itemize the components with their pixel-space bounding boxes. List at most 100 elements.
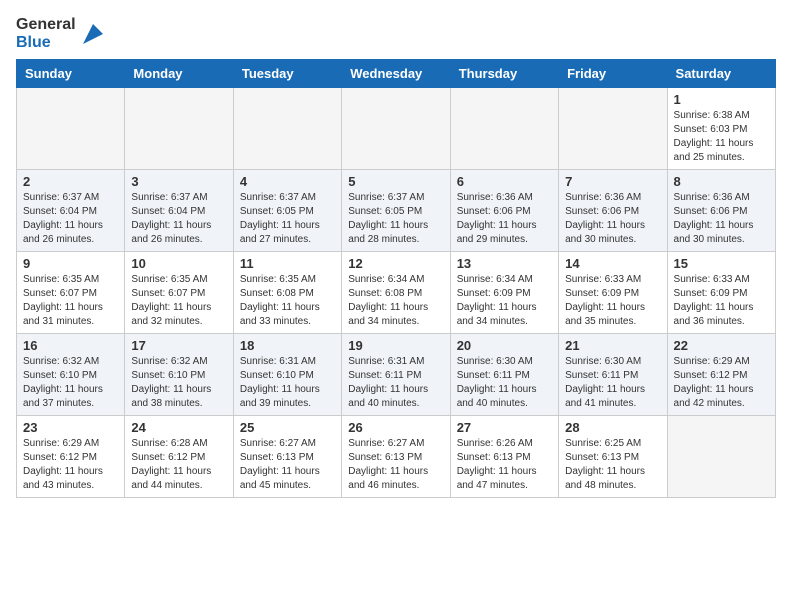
day-number: 5 [348,174,443,189]
day-info: Sunrise: 6:35 AM Sunset: 6:07 PM Dayligh… [23,273,118,329]
calendar-cell [17,88,125,170]
day-number: 11 [240,256,335,271]
day-number: 17 [131,338,226,353]
day-info: Sunrise: 6:37 AM Sunset: 6:04 PM Dayligh… [131,191,226,247]
day-number: 25 [240,420,335,435]
calendar-cell: 2 Sunrise: 6:37 AM Sunset: 6:04 PM Daylig… [17,170,125,252]
day-info: Sunrise: 6:25 AM Sunset: 6:13 PM Dayligh… [565,437,660,493]
weekday-header-tuesday: Tuesday [233,60,341,88]
day-info: Sunrise: 6:35 AM Sunset: 6:08 PM Dayligh… [240,273,335,329]
calendar-cell: 19Sunrise: 6:31 AM Sunset: 6:11 PM Dayli… [342,334,450,416]
calendar-cell: 5 Sunrise: 6:37 AM Sunset: 6:05 PM Daylig… [342,170,450,252]
day-info: Sunrise: 6:28 AM Sunset: 6:12 PM Dayligh… [131,437,226,493]
day-info: Sunrise: 6:32 AM Sunset: 6:10 PM Dayligh… [23,355,118,411]
calendar-week-row: 23 Sunrise: 6:29 AM Sunset: 6:12 PM Dayli… [17,416,776,498]
calendar-cell [450,88,558,170]
day-number: 26 [348,420,443,435]
day-number: 7 [565,174,660,189]
day-number: 3 [131,174,226,189]
day-number: 19 [348,338,443,353]
day-number: 6 [457,174,552,189]
day-number: 13 [457,256,552,271]
weekday-header-thursday: Thursday [450,60,558,88]
day-info: Sunrise: 6:38 AM Sunset: 6:03 PM Dayligh… [674,109,769,165]
day-number: 10 [131,256,226,271]
calendar-cell: 17 Sunrise: 6:32 AM Sunset: 6:10 PM Dayli… [125,334,233,416]
calendar-cell: 22 Sunrise: 6:29 AM Sunset: 6:12 PM Dayli… [667,334,775,416]
day-number: 23 [23,420,118,435]
logo: General Blue [16,16,107,51]
logo-icon [79,20,107,48]
day-info: Sunrise: 6:37 AM Sunset: 6:05 PM Dayligh… [240,191,335,247]
day-number: 20 [457,338,552,353]
day-number: 9 [23,256,118,271]
calendar-cell: 24 Sunrise: 6:28 AM Sunset: 6:12 PM Dayli… [125,416,233,498]
day-number: 16 [23,338,118,353]
day-info: Sunrise: 6:37 AM Sunset: 6:04 PM Dayligh… [23,191,118,247]
day-info: Sunrise: 6:36 AM Sunset: 6:06 PM Dayligh… [565,191,660,247]
calendar-cell: 7 Sunrise: 6:36 AM Sunset: 6:06 PM Daylig… [559,170,667,252]
calendar-cell: 12 Sunrise: 6:34 AM Sunset: 6:08 PM Dayli… [342,252,450,334]
calendar-cell: 13 Sunrise: 6:34 AM Sunset: 6:09 PM Dayli… [450,252,558,334]
calendar-cell: 21 Sunrise: 6:30 AM Sunset: 6:11 PM Dayli… [559,334,667,416]
day-number: 2 [23,174,118,189]
calendar-cell: 27 Sunrise: 6:26 AM Sunset: 6:13 PM Dayli… [450,416,558,498]
calendar-cell: 20Sunrise: 6:30 AM Sunset: 6:11 PM Dayli… [450,334,558,416]
calendar-cell: 14Sunrise: 6:33 AM Sunset: 6:09 PM Dayli… [559,252,667,334]
day-info: Sunrise: 6:33 AM Sunset: 6:09 PM Dayligh… [674,273,769,329]
day-info: Sunrise: 6:31 AM Sunset: 6:10 PM Dayligh… [240,355,335,411]
day-number: 8 [674,174,769,189]
calendar-cell [342,88,450,170]
day-number: 22 [674,338,769,353]
calendar-week-row: 2 Sunrise: 6:37 AM Sunset: 6:04 PM Daylig… [17,170,776,252]
calendar-week-row: 9 Sunrise: 6:35 AM Sunset: 6:07 PM Daylig… [17,252,776,334]
calendar-table: SundayMondayTuesdayWednesdayThursdayFrid… [16,59,776,498]
weekday-header-sunday: Sunday [17,60,125,88]
calendar-cell: 28 Sunrise: 6:25 AM Sunset: 6:13 PM Dayli… [559,416,667,498]
calendar-cell: 25 Sunrise: 6:27 AM Sunset: 6:13 PM Dayli… [233,416,341,498]
day-info: Sunrise: 6:37 AM Sunset: 6:05 PM Dayligh… [348,191,443,247]
page-header: General Blue [16,16,776,51]
calendar-cell: 11 Sunrise: 6:35 AM Sunset: 6:08 PM Dayli… [233,252,341,334]
calendar-cell: 23 Sunrise: 6:29 AM Sunset: 6:12 PM Dayli… [17,416,125,498]
day-info: Sunrise: 6:30 AM Sunset: 6:11 PM Dayligh… [565,355,660,411]
day-number: 12 [348,256,443,271]
calendar-week-row: 16 Sunrise: 6:32 AM Sunset: 6:10 PM Dayli… [17,334,776,416]
calendar-cell: 4 Sunrise: 6:37 AM Sunset: 6:05 PM Daylig… [233,170,341,252]
day-info: Sunrise: 6:36 AM Sunset: 6:06 PM Dayligh… [674,191,769,247]
calendar-cell: 6 Sunrise: 6:36 AM Sunset: 6:06 PM Daylig… [450,170,558,252]
day-info: Sunrise: 6:27 AM Sunset: 6:13 PM Dayligh… [240,437,335,493]
calendar-cell: 10 Sunrise: 6:35 AM Sunset: 6:07 PM Dayli… [125,252,233,334]
calendar-cell [125,88,233,170]
calendar-cell: 26 Sunrise: 6:27 AM Sunset: 6:13 PM Dayli… [342,416,450,498]
day-info: Sunrise: 6:36 AM Sunset: 6:06 PM Dayligh… [457,191,552,247]
calendar-cell: 16 Sunrise: 6:32 AM Sunset: 6:10 PM Dayli… [17,334,125,416]
day-number: 27 [457,420,552,435]
day-info: Sunrise: 6:34 AM Sunset: 6:09 PM Dayligh… [457,273,552,329]
weekday-header-saturday: Saturday [667,60,775,88]
day-number: 15 [674,256,769,271]
day-info: Sunrise: 6:35 AM Sunset: 6:07 PM Dayligh… [131,273,226,329]
day-info: Sunrise: 6:29 AM Sunset: 6:12 PM Dayligh… [674,355,769,411]
weekday-header-friday: Friday [559,60,667,88]
logo-general-text: General [16,16,76,34]
day-info: Sunrise: 6:32 AM Sunset: 6:10 PM Dayligh… [131,355,226,411]
day-number: 14 [565,256,660,271]
day-number: 18 [240,338,335,353]
weekday-header-monday: Monday [125,60,233,88]
calendar-cell [233,88,341,170]
day-number: 28 [565,420,660,435]
calendar-cell: 18 Sunrise: 6:31 AM Sunset: 6:10 PM Dayli… [233,334,341,416]
day-number: 21 [565,338,660,353]
day-info: Sunrise: 6:29 AM Sunset: 6:12 PM Dayligh… [23,437,118,493]
calendar-cell [559,88,667,170]
calendar-cell [667,416,775,498]
day-info: Sunrise: 6:26 AM Sunset: 6:13 PM Dayligh… [457,437,552,493]
calendar-cell: 9 Sunrise: 6:35 AM Sunset: 6:07 PM Daylig… [17,252,125,334]
day-info: Sunrise: 6:27 AM Sunset: 6:13 PM Dayligh… [348,437,443,493]
day-number: 4 [240,174,335,189]
day-number: 24 [131,420,226,435]
logo-blue-text: Blue [16,34,76,52]
day-info: Sunrise: 6:34 AM Sunset: 6:08 PM Dayligh… [348,273,443,329]
calendar-week-row: 1Sunrise: 6:38 AM Sunset: 6:03 PM Daylig… [17,88,776,170]
